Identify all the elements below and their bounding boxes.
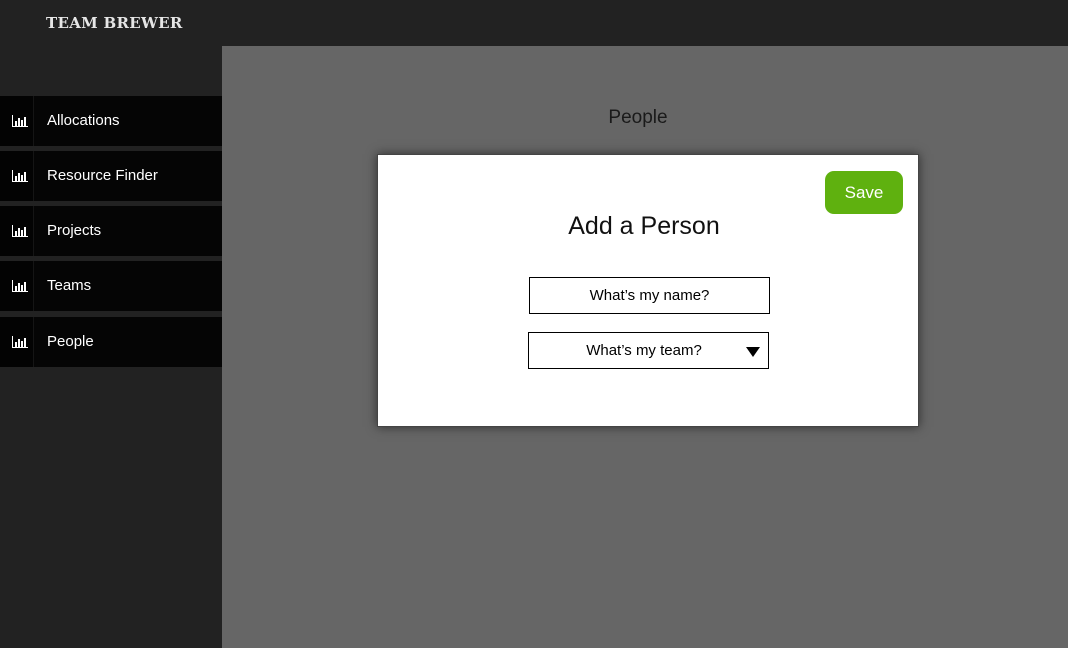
bar-chart-icon xyxy=(0,261,34,311)
save-button[interactable]: Save xyxy=(825,171,903,214)
page-title: People xyxy=(608,107,668,128)
dialog-title: Add a Person xyxy=(568,212,720,240)
add-person-dialog: Save Add a Person What’s my team? xyxy=(377,154,919,427)
bar-chart-icon xyxy=(0,96,34,146)
brand-logo: TEAM BREWER xyxy=(46,14,183,32)
sidebar-item-people[interactable]: People xyxy=(0,317,222,367)
bar-chart-icon xyxy=(0,206,34,256)
sidebar-item-allocations[interactable]: Allocations xyxy=(0,96,222,146)
sidebar: Allocations Resource Finder Projects Tea… xyxy=(0,46,222,648)
team-select-label: What’s my team? xyxy=(586,342,702,359)
name-input[interactable] xyxy=(529,277,770,314)
sidebar-item-teams[interactable]: Teams xyxy=(0,261,222,311)
caret-down-icon xyxy=(746,347,760,357)
sidebar-item-label: People xyxy=(47,333,94,350)
team-select[interactable]: What’s my team? xyxy=(528,332,769,369)
sidebar-item-label: Projects xyxy=(47,222,102,239)
sidebar-item-label: Teams xyxy=(47,277,92,294)
sidebar-item-resource-finder[interactable]: Resource Finder xyxy=(0,151,222,201)
top-bar: TEAM BREWER xyxy=(0,0,1068,46)
bar-chart-icon xyxy=(0,317,34,367)
bar-chart-icon xyxy=(0,151,34,201)
sidebar-item-projects[interactable]: Projects xyxy=(0,206,222,256)
sidebar-item-label: Resource Finder xyxy=(47,167,158,184)
sidebar-item-label: Allocations xyxy=(47,112,120,129)
main-content: People Save Add a Person What’s my team? xyxy=(222,46,1068,648)
